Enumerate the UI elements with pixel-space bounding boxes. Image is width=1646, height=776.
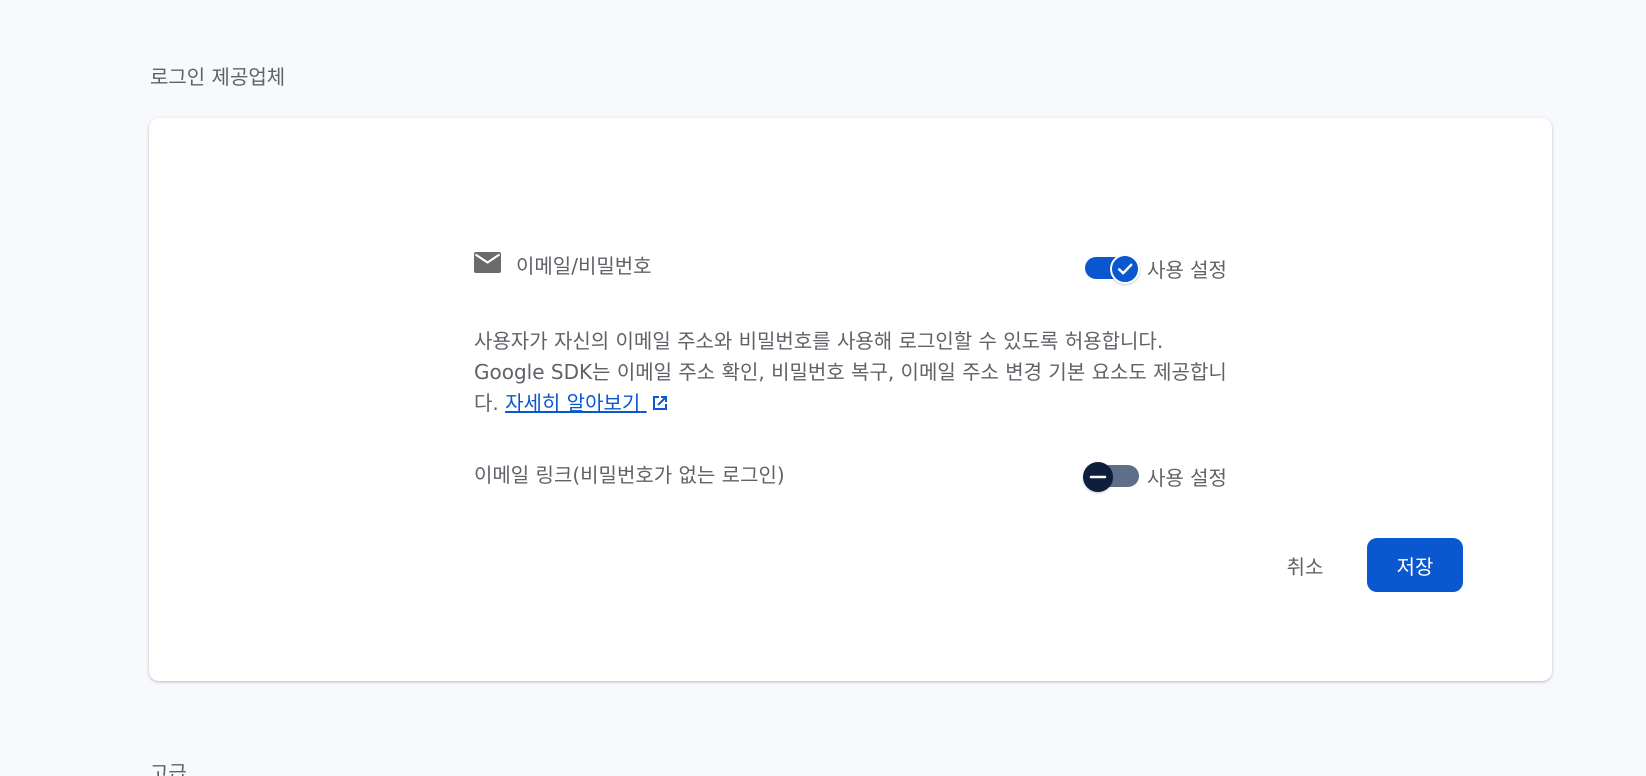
email-link-toggle[interactable] (1083, 462, 1139, 492)
page: 로그인 제공업체 이메일/비밀번호 사용 설정 사용자가 자신의 이메일 주소와… (0, 0, 1646, 776)
minus-icon (1089, 475, 1107, 479)
email-password-toggle[interactable] (1085, 254, 1140, 284)
email-password-toggle-label: 사용 설정 (1147, 258, 1227, 282)
toggle-thumb-enabled (1110, 254, 1140, 284)
email-password-description: 사용자가 자신의 이메일 주소와 비밀번호를 사용해 로그인할 수 있도록 허용… (474, 326, 1234, 419)
advanced-section-title: 고급 (150, 761, 187, 776)
mail-icon (474, 252, 501, 273)
save-button[interactable]: 저장 (1367, 538, 1463, 592)
email-password-label: 이메일/비밀번호 (516, 254, 652, 278)
external-link-icon (652, 396, 667, 410)
checkmark-icon (1117, 263, 1133, 275)
email-link-label: 이메일 링크(비밀번호가 없는 로그인) (474, 463, 785, 487)
toggle-thumb-disabled (1083, 462, 1113, 492)
learn-more-link[interactable]: 자세히 알아보기 (505, 391, 670, 415)
email-password-enable-control[interactable]: 사용 설정 (1085, 251, 1235, 284)
card-actions: 취소 저장 (1264, 538, 1464, 593)
email-link-enable-control[interactable]: 사용 설정 (1083, 459, 1235, 492)
cancel-button[interactable]: 취소 (1264, 538, 1346, 592)
email-link-toggle-label: 사용 설정 (1147, 466, 1227, 490)
email-password-provider-row: 이메일/비밀번호 사용 설정 (474, 252, 1228, 284)
learn-more-label: 자세히 알아보기 (505, 391, 641, 415)
email-link-provider-row: 이메일 링크(비밀번호가 없는 로그인) 사용 설정 (474, 459, 1228, 492)
section-title: 로그인 제공업체 (150, 65, 286, 89)
